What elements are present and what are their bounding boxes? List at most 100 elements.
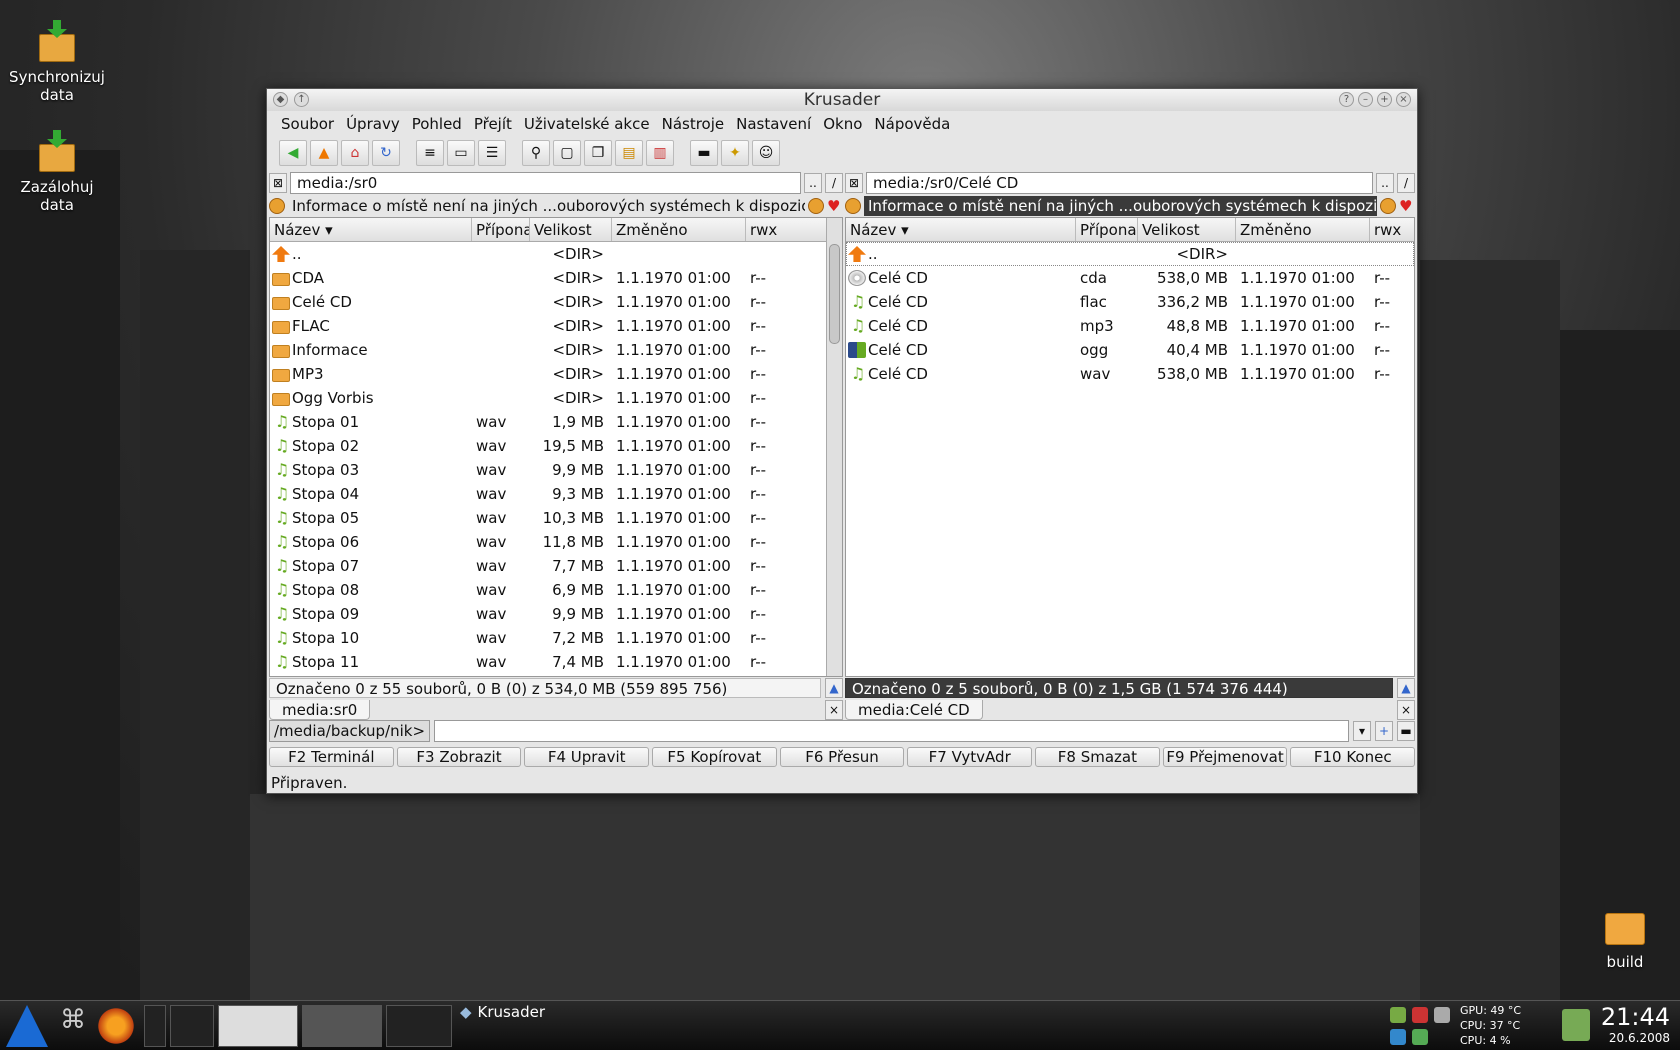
f4-edit-button[interactable]: F4 Upravit [524,747,650,767]
root-dir-button[interactable]: / [825,173,843,193]
menu-okno[interactable]: Okno [817,115,868,133]
table-row[interactable]: ♫ Stopa 07 wav 7,7 MB 1.1.1970 01:00 r-- [270,554,842,578]
refresh-icon[interactable]: ↻ [372,140,400,166]
copy-icon[interactable]: ❐ [584,140,612,166]
table-row[interactable]: ♫ Celé CD mp3 48,8 MB 1.1.1970 01:00 r-- [846,314,1414,338]
table-row[interactable]: ♫ Stopa 08 wav 6,9 MB 1.1.1970 01:00 r-- [270,578,842,602]
table-row[interactable]: CDA <DIR> 1.1.1970 01:00 r-- [270,266,842,290]
column-modified[interactable]: Změněno [1236,218,1370,241]
f3-view-button[interactable]: F3 Zobrazit [396,747,522,767]
menu-napoveda[interactable]: Nápověda [868,115,956,133]
up-icon[interactable]: ▲ [310,140,338,166]
column-name[interactable]: Název ▾ [270,218,472,241]
table-row[interactable]: Celé CD <DIR> 1.1.1970 01:00 r-- [270,290,842,314]
f7-mkdir-button[interactable]: F7 VytvAdr [907,747,1033,767]
table-row[interactable]: ♫ Stopa 06 wav 11,8 MB 1.1.1970 01:00 r-- [270,530,842,554]
trash-icon[interactable] [1562,1009,1590,1041]
add-icon[interactable]: + [1375,721,1393,741]
desktop-icon-backup[interactable]: Zazálohuj data [2,130,112,214]
terminal-icon[interactable]: ▬ [690,140,718,166]
maximize-icon[interactable]: + [1377,92,1392,107]
firefox-icon[interactable] [96,1005,136,1047]
menu-uzivatelske-akce[interactable]: Uživatelské akce [518,115,656,133]
f8-delete-button[interactable]: F8 Smazat [1035,747,1160,767]
move-icon[interactable]: ▤ [615,140,643,166]
menu-pohled[interactable]: Pohled [406,115,468,133]
table-row[interactable]: ♫ Celé CD flac 336,2 MB 1.1.1970 01:00 r-- [846,290,1414,314]
pager-desktop-5[interactable] [386,1005,452,1047]
table-row[interactable]: FLAC <DIR> 1.1.1970 01:00 r-- [270,314,842,338]
task-krusader[interactable]: ◆ Krusader [460,1003,545,1021]
table-row[interactable]: Celé CD cda 538,0 MB 1.1.1970 01:00 r-- [846,266,1414,290]
menu-nastaveni[interactable]: Nastavení [730,115,817,133]
column-rwx[interactable]: rwx [746,218,826,241]
pin-icon[interactable]: ↑ [294,92,309,107]
table-row[interactable]: ♫ Stopa 03 wav 9,9 MB 1.1.1970 01:00 r-- [270,458,842,482]
right-path-field[interactable]: media:/sr0/Celé CD [866,172,1373,194]
history-icon[interactable] [1380,198,1396,214]
brief-view-icon[interactable]: ▭ [447,140,475,166]
table-row[interactable]: .. <DIR> [846,242,1414,266]
bookmark-icon[interactable]: ♥ [827,198,843,214]
column-ext[interactable]: Přípona [472,218,530,241]
column-ext[interactable]: Přípona [1076,218,1138,241]
table-row[interactable]: ♫ Stopa 02 wav 19,5 MB 1.1.1970 01:00 r-- [270,434,842,458]
table-row[interactable]: Informace <DIR> 1.1.1970 01:00 r-- [270,338,842,362]
kde-menu-icon[interactable] [6,1005,48,1047]
back-icon[interactable]: ◀ [279,140,307,166]
terminal-emulator-icon[interactable]: ▬ [1397,721,1415,741]
column-view-icon[interactable]: ☰ [478,140,506,166]
pager-desktop-1[interactable] [144,1005,166,1047]
title-bar[interactable]: ◆ ↑ Krusader ? – + × [267,89,1417,111]
left-scrollbar[interactable] [826,218,842,676]
right-tab[interactable]: media:Celé CD [845,700,983,720]
desktop-icon-build[interactable]: build [1570,905,1680,971]
home-icon[interactable]: ⌂ [341,140,369,166]
close-tab-icon[interactable]: × [825,700,843,720]
table-row[interactable]: Celé CD ogg 40,4 MB 1.1.1970 01:00 r-- [846,338,1414,362]
quicklaunch-icon[interactable]: ⌘ [56,1005,90,1047]
history-icon[interactable] [808,198,824,214]
toggle-popup-icon[interactable]: ▲ [1397,678,1415,698]
left-path-field[interactable]: media:/sr0 [290,172,801,194]
column-size[interactable]: Velikost [530,218,612,241]
user-icon[interactable]: ☺ [752,140,780,166]
menu-upravy[interactable]: Úpravy [340,115,406,133]
detail-view-icon[interactable]: ≡ [416,140,444,166]
tray-icon[interactable] [1390,1029,1406,1045]
scroll-thumb[interactable] [829,244,840,344]
pager-desktop-4[interactable] [302,1005,382,1047]
menu-nastroje[interactable]: Nástroje [656,115,731,133]
panel-menu-icon[interactable]: ⊠ [845,173,863,193]
command-line-input[interactable] [434,720,1349,742]
table-row[interactable]: ♫ Celé CD wav 538,0 MB 1.1.1970 01:00 r-- [846,362,1414,386]
root-dir-button[interactable]: / [1397,173,1415,193]
column-name[interactable]: Název ▾ [846,218,1076,241]
search-icon[interactable]: ⚲ [522,140,550,166]
left-tab[interactable]: media:sr0 [269,700,371,720]
tray-icon[interactable] [1412,1029,1428,1045]
new-file-icon[interactable]: ▢ [553,140,581,166]
table-row[interactable]: Ogg Vorbis <DIR> 1.1.1970 01:00 r-- [270,386,842,410]
close-tab-icon[interactable]: × [1397,700,1415,720]
app-menu-icon[interactable]: ◆ [273,92,288,107]
table-row[interactable]: ♫ Stopa 04 wav 9,3 MB 1.1.1970 01:00 r-- [270,482,842,506]
help-icon[interactable]: ? [1339,92,1354,107]
table-row[interactable]: .. <DIR> [270,242,842,266]
pager-desktop-3[interactable] [218,1005,298,1047]
minimize-icon[interactable]: – [1358,92,1373,107]
tray-icon[interactable] [1412,1007,1428,1023]
close-icon[interactable]: × [1396,92,1411,107]
table-row[interactable]: ♫ Stopa 01 wav 1,9 MB 1.1.1970 01:00 r-- [270,410,842,434]
menu-soubor[interactable]: Soubor [275,115,340,133]
table-row[interactable]: ♫ Stopa 09 wav 9,9 MB 1.1.1970 01:00 r-- [270,602,842,626]
desktop-icon-sync[interactable]: Synchronizuj data [2,20,112,104]
chevron-down-icon[interactable]: ▾ [1353,721,1371,741]
pager-desktop-2[interactable] [170,1005,214,1047]
f6-move-button[interactable]: F6 Přesun [779,747,905,767]
clock[interactable]: 21:44 20.6.2008 [1601,1003,1670,1045]
toggle-popup-icon[interactable]: ▲ [825,678,843,698]
column-rwx[interactable]: rwx [1370,218,1414,241]
tray-icon[interactable] [1390,1007,1406,1023]
panel-menu-icon[interactable]: ⊠ [269,173,287,193]
